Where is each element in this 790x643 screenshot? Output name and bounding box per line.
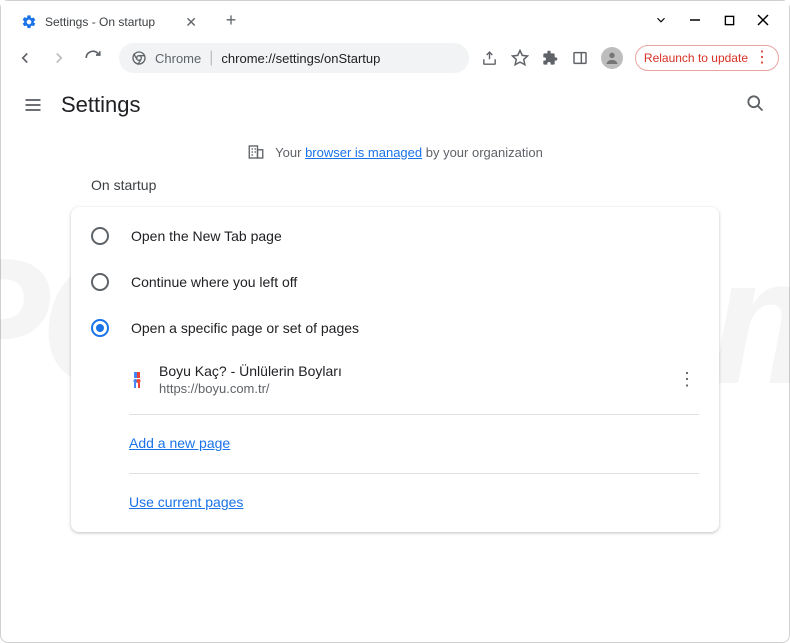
startup-page-item: Boyu Kaç? - Ünlülerin Boyları https://bo… (129, 351, 699, 408)
option-label: Open the New Tab page (131, 228, 282, 244)
managed-banner: Your browser is managed by your organiza… (1, 133, 789, 177)
relaunch-button[interactable]: Relaunch to update ⋮ (635, 45, 779, 71)
chrome-icon (131, 50, 147, 66)
option-new-tab[interactable]: Open the New Tab page (71, 213, 719, 259)
option-label: Continue where you left off (131, 274, 297, 290)
share-icon[interactable] (481, 49, 499, 67)
radio-icon (91, 319, 109, 337)
window-titlebar: Settings - On startup ✕ + (1, 1, 789, 39)
browser-tab[interactable]: Settings - On startup ✕ (11, 5, 209, 39)
gear-icon (21, 14, 37, 30)
close-icon[interactable] (755, 12, 771, 28)
settings-header: Settings (1, 77, 789, 133)
option-specific[interactable]: Open a specific page or set of pages (71, 305, 719, 351)
tab-close-icon[interactable]: ✕ (183, 14, 199, 30)
tab-title: Settings - On startup (45, 15, 155, 29)
building-icon (247, 143, 265, 161)
radio-icon (91, 227, 109, 245)
page-favicon (129, 370, 145, 390)
specific-pages-list: Boyu Kaç? - Ünlülerin Boyları https://bo… (71, 351, 719, 526)
option-label: Open a specific page or set of pages (131, 320, 359, 336)
omnibox-url: chrome://settings/onStartup (221, 51, 380, 66)
hamburger-menu-icon[interactable] (21, 93, 45, 117)
extensions-icon[interactable] (541, 49, 559, 67)
address-bar[interactable]: Chrome | chrome://settings/onStartup (119, 43, 469, 73)
sidepanel-icon[interactable] (571, 49, 589, 67)
minimize-icon[interactable] (687, 12, 703, 28)
divider (129, 414, 699, 415)
settings-content: On startup Open the New Tab page Continu… (1, 177, 789, 532)
managed-link[interactable]: browser is managed (305, 145, 422, 160)
overflow-menu-icon[interactable]: ⋮ (754, 50, 770, 66)
profile-avatar[interactable] (601, 47, 623, 69)
startup-card: Open the New Tab page Continue where you… (71, 207, 719, 532)
forward-button[interactable] (45, 44, 73, 72)
reload-button[interactable] (79, 44, 107, 72)
back-button[interactable] (11, 44, 39, 72)
window-controls (653, 12, 789, 28)
page-item-title: Boyu Kaç? - Ünlülerin Boyları (159, 363, 661, 379)
use-current-link[interactable]: Use current pages (129, 494, 243, 510)
managed-text: Your browser is managed by your organiza… (275, 145, 543, 160)
browser-toolbar: Chrome | chrome://settings/onStartup Rel… (1, 39, 789, 77)
radio-icon (91, 273, 109, 291)
omnibox-separator: | (209, 49, 213, 67)
divider (129, 473, 699, 474)
page-title: Settings (61, 92, 141, 118)
add-page-link[interactable]: Add a new page (129, 435, 230, 451)
omnibox-prefix: Chrome (155, 51, 201, 66)
maximize-icon[interactable] (721, 12, 737, 28)
page-item-more-icon[interactable]: ⋮ (675, 368, 699, 392)
chevron-down-icon[interactable] (653, 12, 669, 28)
page-item-url: https://boyu.com.tr/ (159, 381, 661, 396)
bookmark-star-icon[interactable] (511, 49, 529, 67)
section-title: On startup (71, 177, 719, 193)
option-continue[interactable]: Continue where you left off (71, 259, 719, 305)
new-tab-button[interactable]: + (217, 6, 245, 34)
search-icon[interactable] (745, 93, 769, 117)
relaunch-label: Relaunch to update (644, 51, 748, 65)
